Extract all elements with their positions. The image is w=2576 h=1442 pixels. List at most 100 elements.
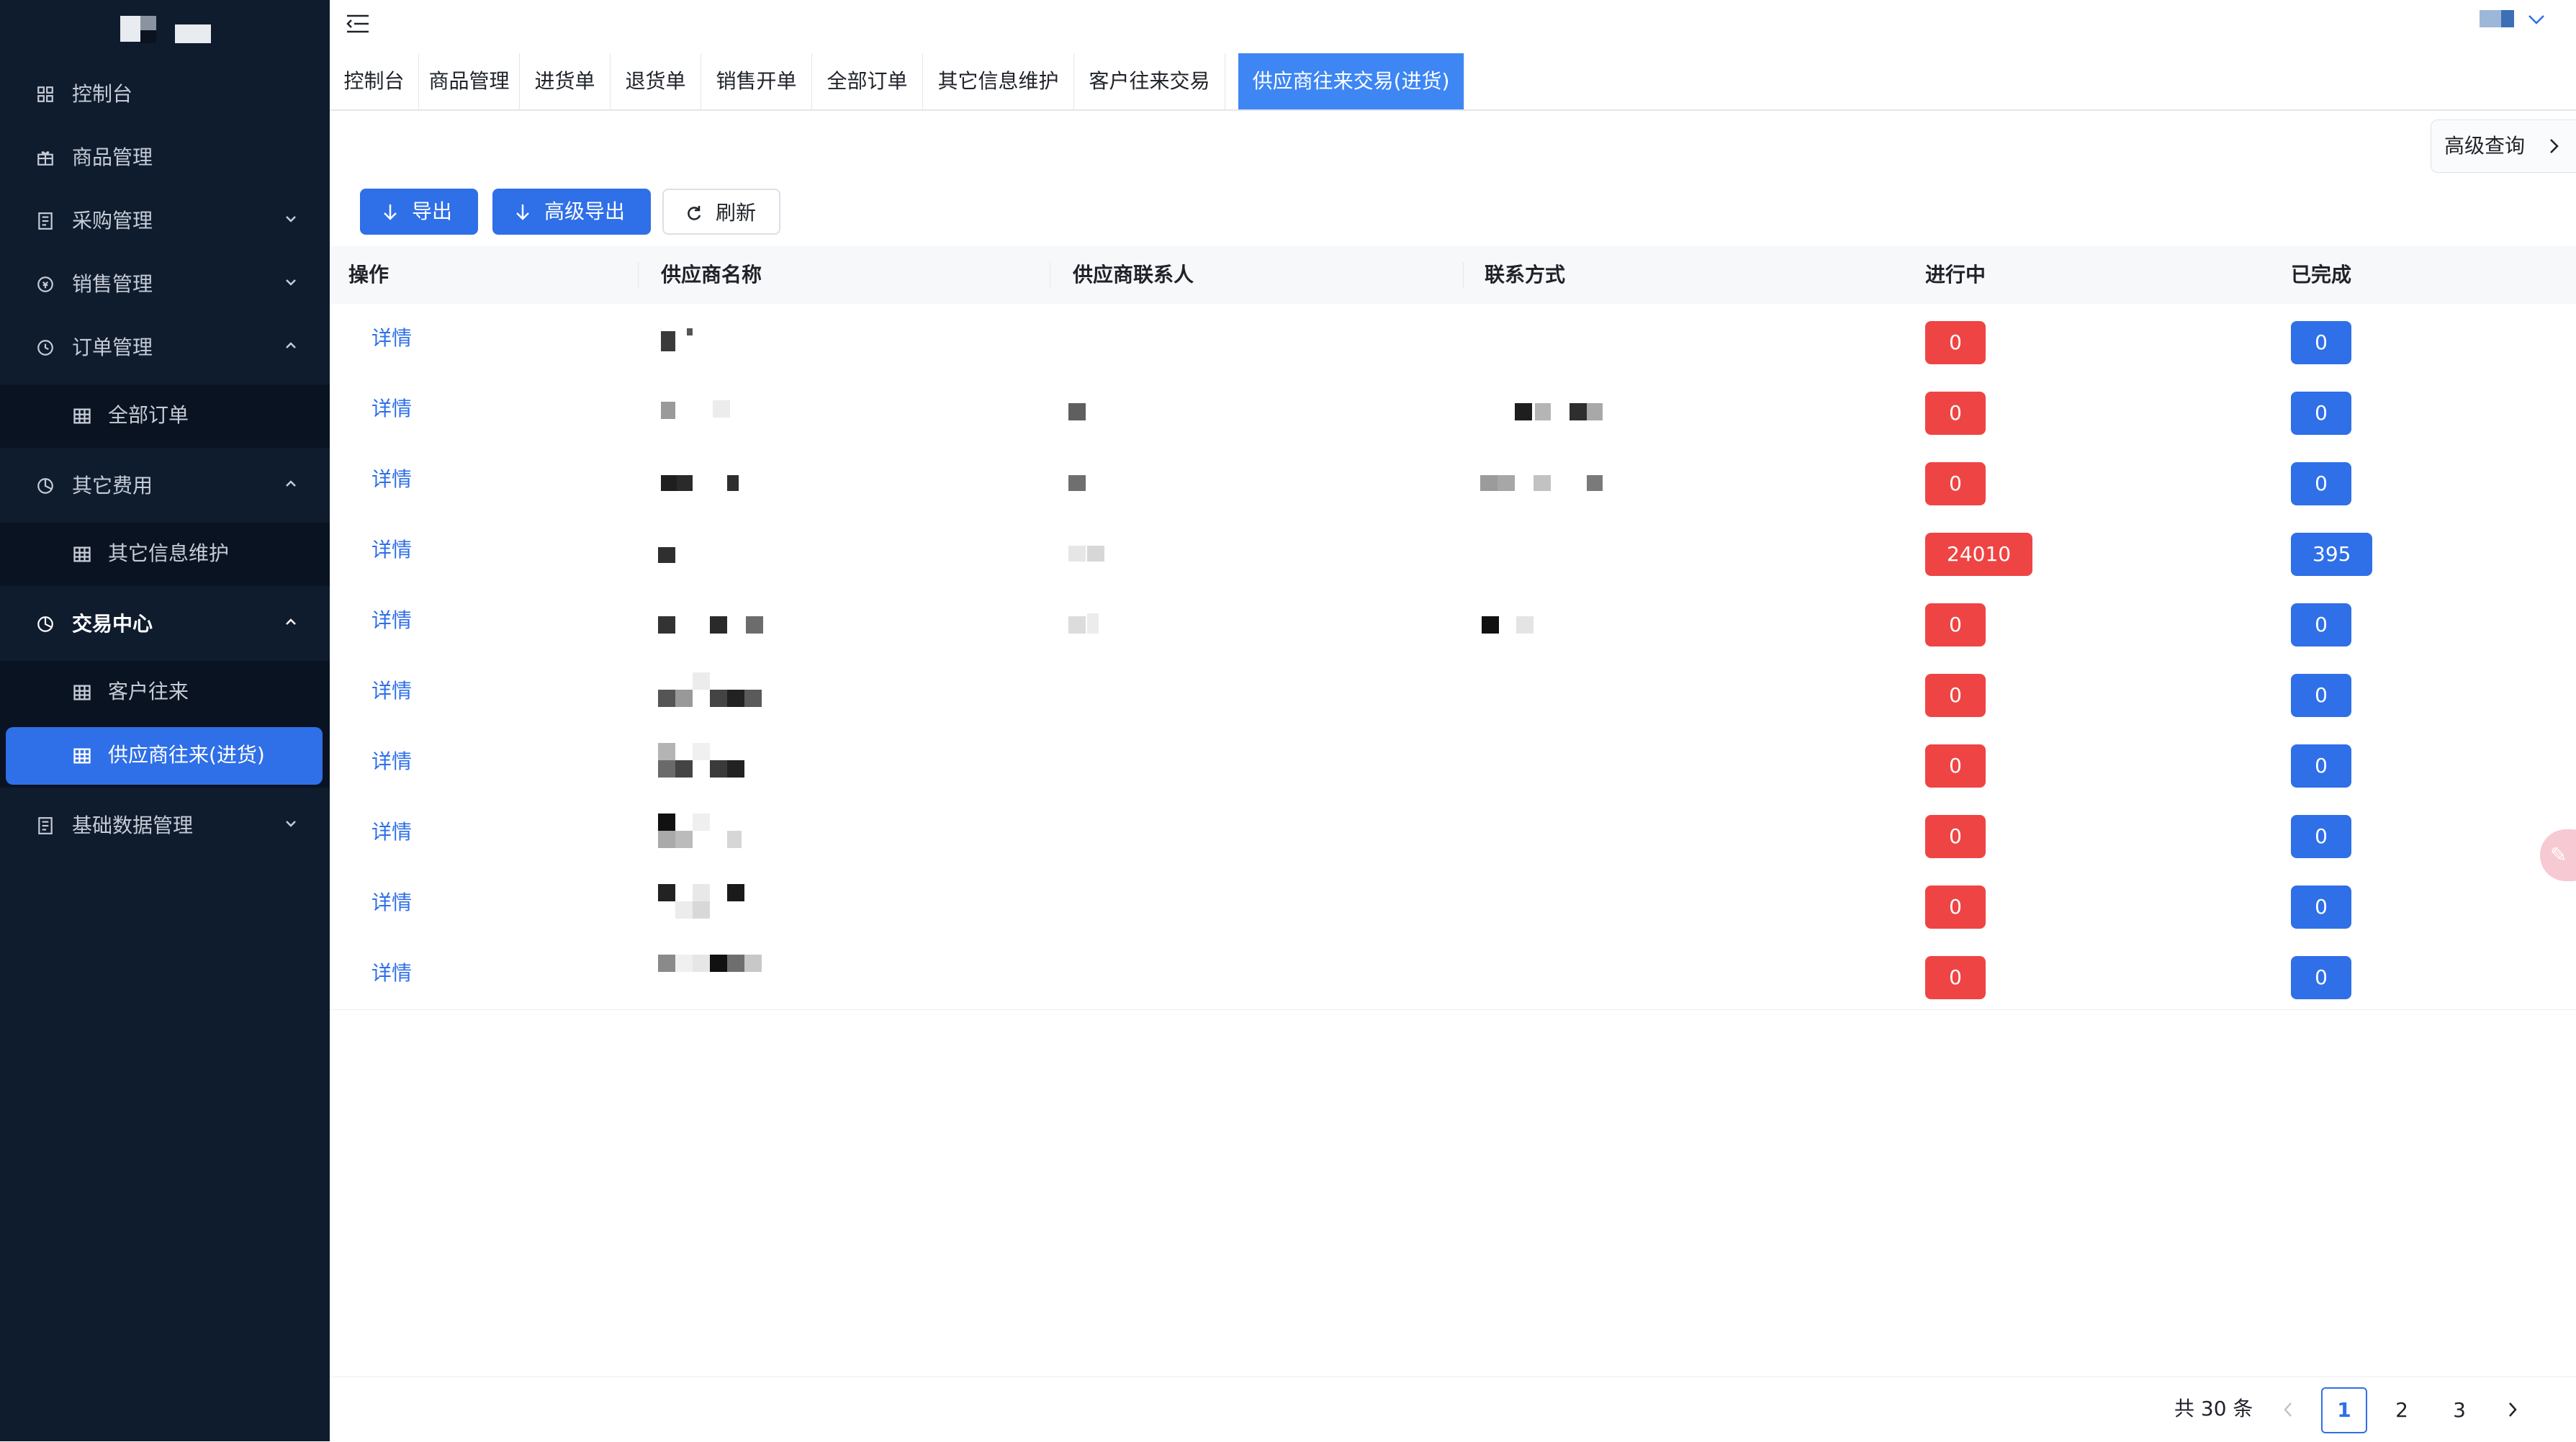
completed-badge: 0 bbox=[2291, 886, 2351, 929]
sidebar-item-other-fees[interactable]: 其它费用 bbox=[0, 461, 330, 511]
in-progress-badge: 0 bbox=[1925, 462, 1986, 505]
in-progress-badge: 0 bbox=[1925, 392, 1986, 435]
document-icon bbox=[38, 817, 53, 834]
page-2-button[interactable]: 2 bbox=[2379, 1387, 2425, 1433]
completed-badge: 0 bbox=[2291, 392, 2351, 435]
sidebar-item-label: 商品管理 bbox=[72, 145, 153, 169]
in-progress-badge: 0 bbox=[1925, 674, 1986, 717]
refresh-label: 刷新 bbox=[716, 201, 757, 225]
tab-dashboard[interactable]: 控制台 bbox=[330, 53, 419, 109]
sidebar-item-products[interactable]: 商品管理 bbox=[0, 132, 330, 183]
grid-icon bbox=[37, 86, 53, 102]
redacted-content bbox=[330, 586, 2576, 657]
column-header-contact-info: 联系方式 bbox=[1485, 263, 1566, 287]
logo bbox=[119, 9, 212, 49]
sidebar-subitem-label: 其它信息维护 bbox=[108, 541, 230, 565]
sidebar-item-label: 基础数据管理 bbox=[72, 814, 194, 837]
column-header-action: 操作 bbox=[348, 263, 389, 287]
sidebar-item-trade-center[interactable]: 交易中心 bbox=[0, 599, 330, 649]
page-1-button[interactable]: 1 bbox=[2321, 1387, 2367, 1433]
completed-badge: 0 bbox=[2291, 674, 2351, 717]
sidebar-item-label: 其它费用 bbox=[72, 474, 153, 497]
tab-sales-billing[interactable]: 销售开单 bbox=[701, 53, 812, 109]
refresh-icon bbox=[688, 206, 701, 220]
sales-icon bbox=[37, 276, 53, 292]
table-row: 详情 0 0 bbox=[330, 727, 2576, 798]
arrow-down-icon bbox=[384, 204, 397, 220]
sidebar-item-purchase[interactable]: 采购管理 bbox=[0, 196, 330, 246]
table-row: 详情 0 0 bbox=[330, 445, 2576, 516]
in-progress-badge: 0 bbox=[1925, 815, 1986, 858]
in-progress-badge: 0 bbox=[1925, 956, 1986, 999]
redacted-content bbox=[330, 798, 2576, 868]
table-row: 详情 0 0 bbox=[330, 374, 2576, 446]
sidebar-item-label: 交易中心 bbox=[72, 612, 153, 636]
refresh-button[interactable]: 刷新 bbox=[662, 189, 780, 235]
tab-products[interactable]: 商品管理 bbox=[419, 53, 520, 109]
redacted-content bbox=[330, 657, 2576, 727]
sidebar-subitem-other-info[interactable]: 其它信息维护 bbox=[0, 523, 330, 586]
chevron-down-icon[interactable] bbox=[2526, 12, 2547, 27]
column-header-completed: 已完成 bbox=[2291, 263, 2352, 287]
chevron-up-icon bbox=[286, 480, 296, 487]
export-button[interactable]: 导出 bbox=[360, 189, 478, 235]
export-label: 导出 bbox=[412, 199, 453, 223]
advanced-export-button[interactable]: 高级导出 bbox=[492, 189, 651, 235]
redacted-content bbox=[330, 515, 2576, 586]
tab-other-info[interactable]: 其它信息维护 bbox=[923, 53, 1074, 109]
advanced-query-button[interactable]: 高级查询 bbox=[2431, 120, 2576, 173]
tab-customer-trade[interactable]: 客户往来交易 bbox=[1074, 53, 1225, 109]
tab-all-orders[interactable]: 全部订单 bbox=[812, 53, 923, 109]
avatar[interactable] bbox=[2480, 9, 2517, 29]
sidebar-item-dashboard[interactable]: 控制台 bbox=[0, 69, 330, 120]
column-header-supplier-name: 供应商名称 bbox=[661, 263, 762, 287]
completed-badge: 395 bbox=[2291, 533, 2373, 576]
tab-return-orders[interactable]: 退货单 bbox=[611, 53, 701, 109]
menu-fold-icon[interactable] bbox=[346, 13, 370, 35]
chevron-down-icon bbox=[286, 821, 296, 827]
chevron-up-icon bbox=[286, 618, 296, 625]
page-3-button[interactable]: 3 bbox=[2436, 1387, 2482, 1433]
advanced-export-label: 高级导出 bbox=[544, 199, 626, 223]
table-icon bbox=[73, 748, 91, 764]
clock-icon bbox=[37, 340, 53, 356]
sidebar-item-base-data[interactable]: 基础数据管理 bbox=[0, 801, 330, 851]
table-row: 详情 0 0 bbox=[330, 586, 2576, 657]
column-header-supplier-contact: 供应商联系人 bbox=[1073, 263, 1194, 287]
sidebar-subitem-supplier-trade[interactable]: 供应商往来(进货) bbox=[0, 724, 330, 788]
tab-supplier-trade[interactable]: 供应商往来交易(进货) bbox=[1238, 53, 1464, 109]
sidebar-item-orders[interactable]: 订单管理 bbox=[0, 323, 330, 373]
assistant-icon: ✎ bbox=[2550, 843, 2567, 867]
tab-purchase-orders[interactable]: 进货单 bbox=[520, 53, 611, 109]
total-count: 共 30 条 bbox=[2174, 1397, 2253, 1420]
in-progress-badge: 0 bbox=[1925, 886, 1986, 929]
table-row: 详情 24010 395 bbox=[330, 515, 2576, 587]
table-row: 详情 0 0 bbox=[330, 304, 2576, 375]
in-progress-badge: 0 bbox=[1925, 321, 1986, 364]
table-row: 详情 0 0 bbox=[330, 657, 2576, 728]
column-header-in-progress: 进行中 bbox=[1925, 263, 1986, 287]
chevron-down-icon bbox=[286, 216, 296, 222]
chevron-left-icon[interactable] bbox=[2279, 1399, 2297, 1420]
redacted-content bbox=[330, 939, 2576, 1009]
sidebar-subitem-all-orders[interactable]: 全部订单 bbox=[0, 384, 330, 448]
gift-icon bbox=[37, 151, 53, 166]
sidebar-item-label: 销售管理 bbox=[72, 272, 153, 296]
sidebar-item-label: 采购管理 bbox=[72, 209, 153, 233]
sidebar-subitem-customer-trade[interactable]: 客户往来 bbox=[0, 661, 330, 724]
in-progress-badge: 0 bbox=[1925, 744, 1986, 788]
redacted-content bbox=[330, 374, 2576, 445]
sidebar-item-label: 控制台 bbox=[72, 82, 133, 106]
chevron-right-icon bbox=[2550, 139, 2559, 153]
top-bar bbox=[330, 0, 2576, 54]
sidebar-item-label: 订单管理 bbox=[72, 335, 153, 359]
completed-badge: 0 bbox=[2291, 744, 2351, 788]
completed-badge: 0 bbox=[2291, 956, 2351, 999]
completed-badge: 0 bbox=[2291, 462, 2351, 505]
sidebar-subitem-label: 全部订单 bbox=[108, 403, 189, 427]
redacted-content bbox=[330, 727, 2576, 798]
table-row: 详情 0 0 bbox=[330, 939, 2576, 1010]
sidebar-item-sales[interactable]: 销售管理 bbox=[0, 259, 330, 310]
chevron-right-icon[interactable] bbox=[2504, 1399, 2521, 1420]
advanced-query-label: 高级查询 bbox=[2444, 134, 2526, 158]
